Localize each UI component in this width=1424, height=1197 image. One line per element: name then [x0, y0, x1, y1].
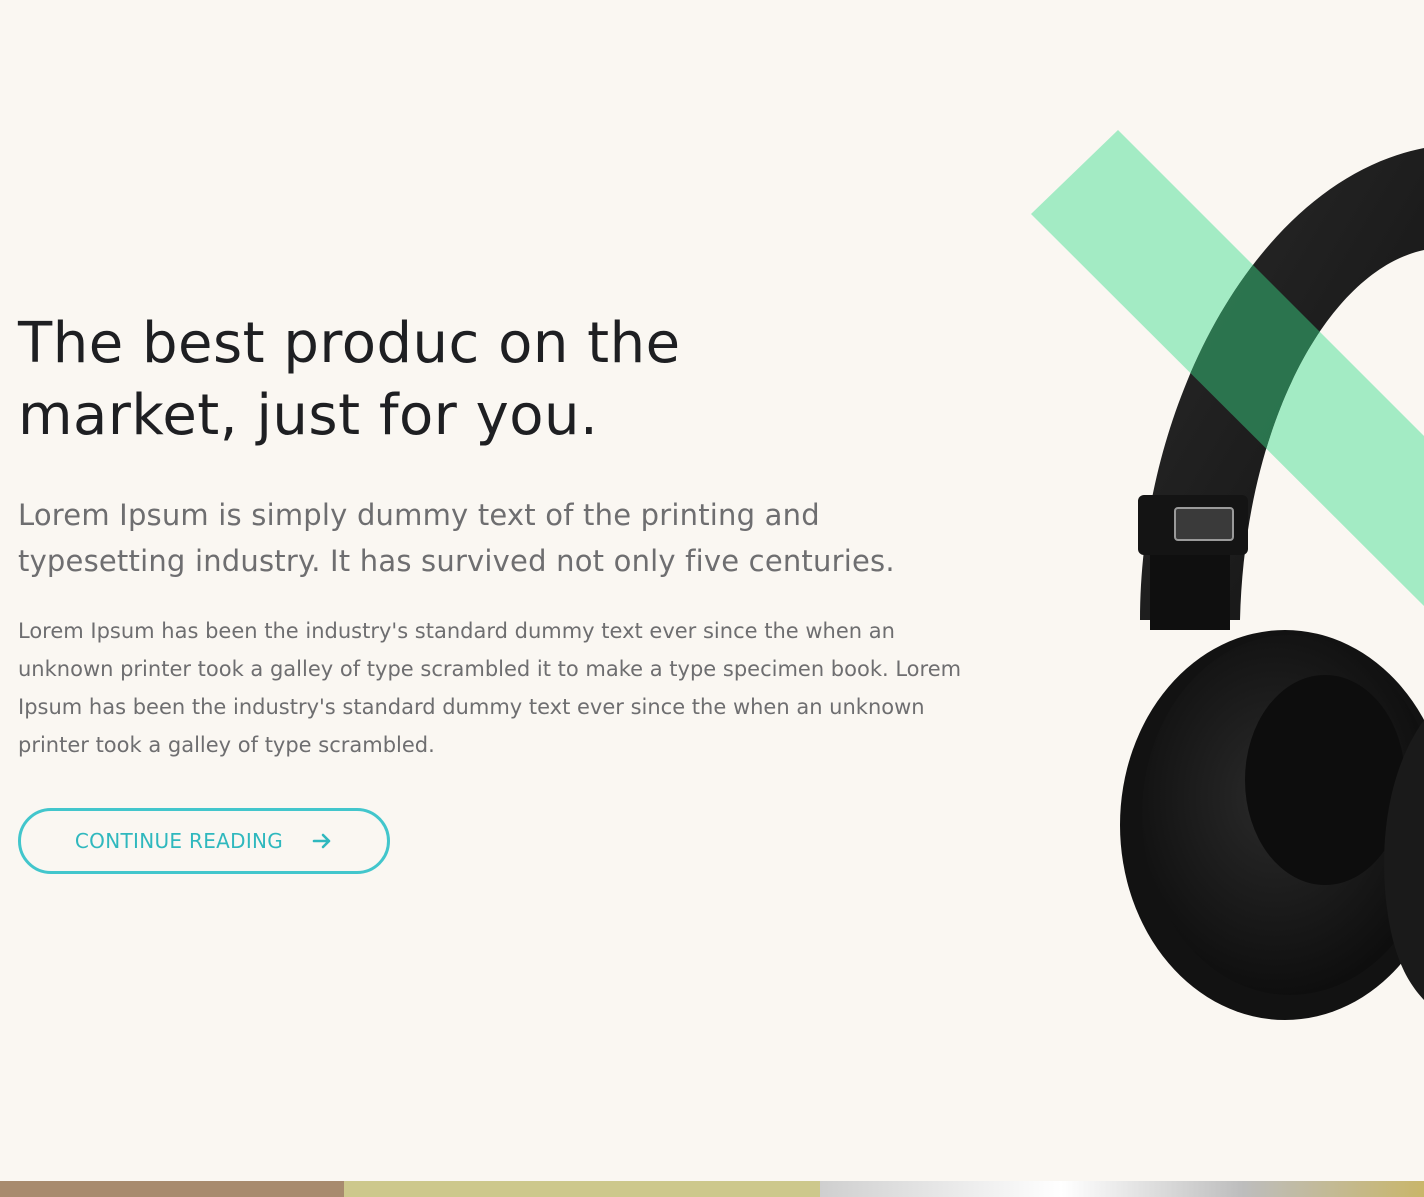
continue-reading-button[interactable]: CONTINUE READING	[18, 808, 390, 874]
footer-image-strip	[0, 1181, 1424, 1197]
hero-headline: The best produc on the market, just for …	[18, 311, 681, 448]
page: The best produc on the market, just for …	[0, 0, 1424, 1197]
strip-thumbnail-1	[0, 1181, 344, 1197]
hero-section: The best produc on the market, just for …	[18, 308, 978, 764]
strip-thumbnail-3	[820, 1181, 1424, 1197]
arrow-right-icon	[311, 830, 333, 852]
hero-lead: Lorem Ipsum is simply dummy text of the …	[18, 498, 895, 578]
headphones-image	[1000, 100, 1424, 1060]
continue-reading-label: CONTINUE READING	[74, 829, 284, 853]
hero-body: Lorem Ipsum has been the industry's stan…	[18, 619, 962, 757]
strip-thumbnail-2	[344, 1181, 820, 1197]
